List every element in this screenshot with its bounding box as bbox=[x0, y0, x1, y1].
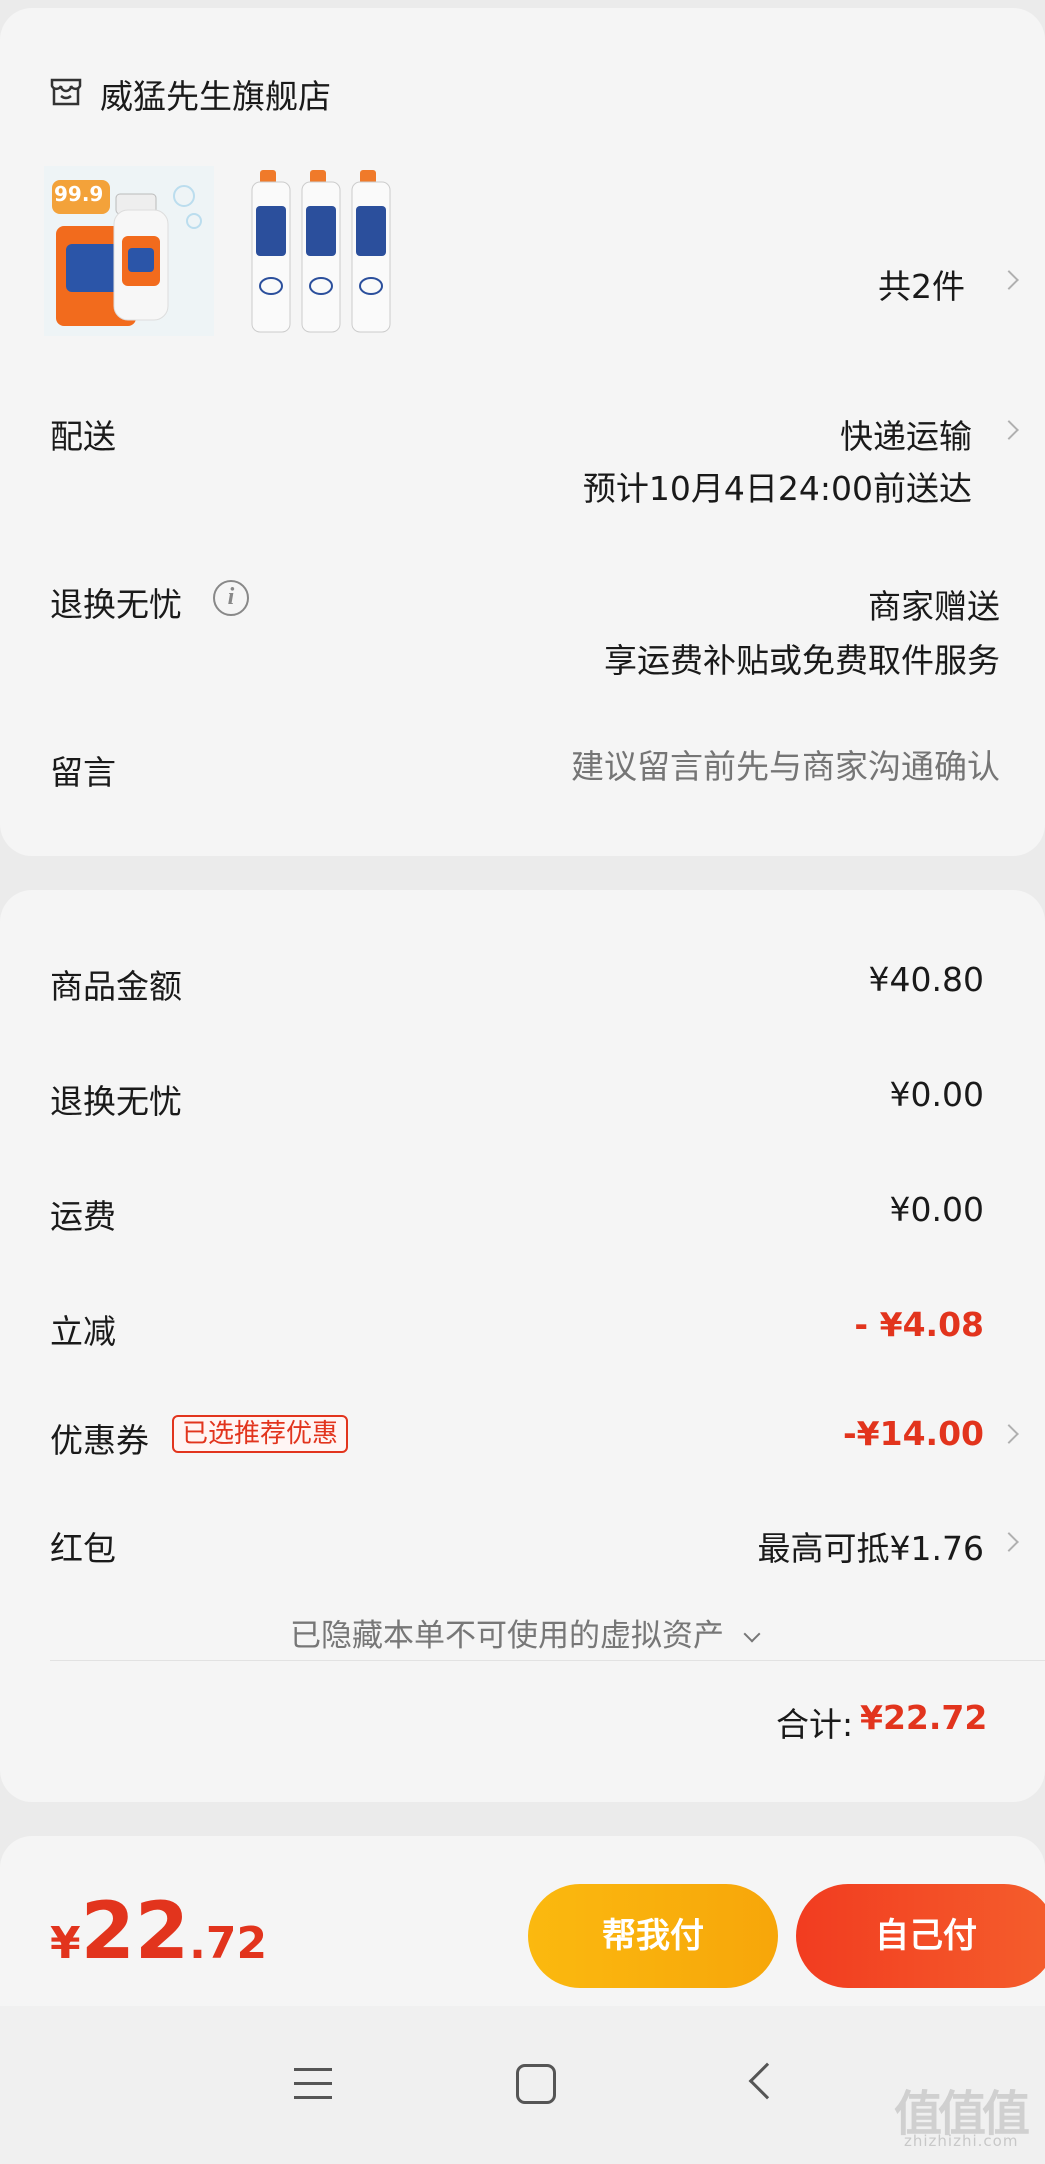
pay-currency: ¥ bbox=[50, 1918, 81, 1969]
redpacket-label: 红包 bbox=[50, 1529, 116, 1568]
shop-name[interactable]: 威猛先生旗舰店 bbox=[100, 70, 331, 118]
hidden-assets-text: 已隐藏本单不可使用的虚拟资产 bbox=[290, 1618, 724, 1654]
help-me-pay-button[interactable]: 帮我付 bbox=[528, 1884, 778, 1988]
coupon-label: 优惠券 bbox=[50, 1421, 149, 1460]
item-count[interactable]: 共2件 bbox=[878, 260, 965, 308]
total-value: ¥22.72 bbox=[860, 1698, 988, 1737]
pay-amount: ¥22.72 bbox=[50, 1890, 267, 1995]
shipping-label: 运费 bbox=[50, 1197, 116, 1236]
shipping-value: ¥0.00 bbox=[889, 1190, 984, 1229]
returns-desc: 享运费补贴或免费取件服务 bbox=[604, 641, 1000, 680]
delivery-label: 配送 bbox=[50, 417, 116, 456]
summary-divider bbox=[50, 1660, 1045, 1661]
product-image-toilet-cleaner[interactable] bbox=[248, 166, 418, 336]
product-image-spray-cleaner[interactable]: 99.9 bbox=[44, 166, 214, 336]
watermark-url: zhizhizhi.com bbox=[904, 2132, 1019, 2150]
info-icon[interactable]: i bbox=[213, 580, 249, 616]
instant-discount-label: 立减 bbox=[50, 1312, 116, 1351]
total-label: 合计: bbox=[776, 1705, 854, 1744]
goods-amount-label: 商品金额 bbox=[50, 967, 182, 1006]
instant-discount-value: - ¥4.08 bbox=[854, 1305, 984, 1344]
coupon-badge: 已选推荐优惠 bbox=[172, 1415, 349, 1453]
message-input[interactable] bbox=[440, 740, 1000, 792]
returns-label: 退换无忧 bbox=[50, 585, 182, 624]
chevron-down-icon bbox=[743, 1625, 761, 1643]
coupon-value[interactable]: -¥14.00 bbox=[700, 1414, 984, 1453]
pay-amount-int: 22 bbox=[80, 1887, 190, 1977]
price-summary-card bbox=[0, 890, 1045, 1802]
returns-fee-label: 退换无忧 bbox=[50, 1082, 182, 1121]
returns-value: 商家赠送 bbox=[868, 587, 1000, 626]
hidden-assets-toggle[interactable]: 已隐藏本单不可使用的虚拟资产 bbox=[290, 1610, 761, 1655]
redpacket-value[interactable]: 最高可抵¥1.76 bbox=[600, 1522, 984, 1570]
returns-fee-value: ¥0.00 bbox=[889, 1075, 984, 1114]
goods-amount-value: ¥40.80 bbox=[868, 960, 984, 999]
recent-apps-icon[interactable] bbox=[294, 2068, 332, 2110]
pay-amount-dec: .72 bbox=[189, 1918, 268, 1969]
pay-myself-button[interactable]: 自己付 bbox=[796, 1884, 1045, 1988]
store-icon bbox=[48, 74, 84, 110]
delivery-method[interactable]: 快递运输 bbox=[700, 410, 972, 458]
product-price-tag: 99.9 bbox=[54, 182, 104, 206]
message-label: 留言 bbox=[50, 753, 116, 792]
delivery-estimate: 预计10月4日24:00前送达 bbox=[582, 469, 972, 508]
home-icon[interactable] bbox=[516, 2064, 556, 2104]
